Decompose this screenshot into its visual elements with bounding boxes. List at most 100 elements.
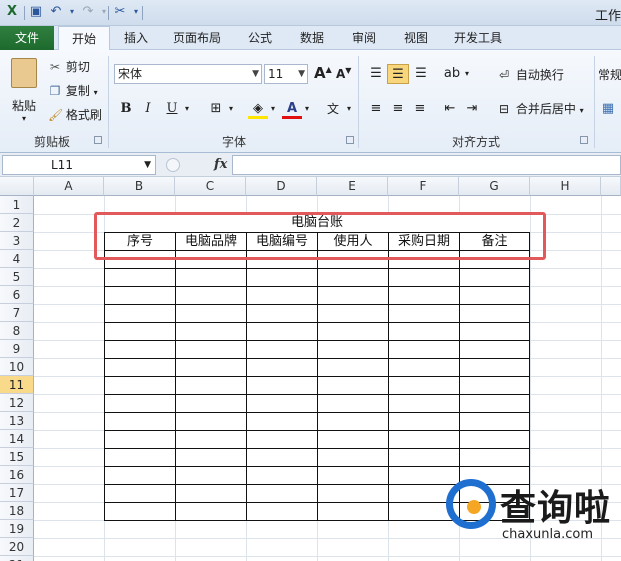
phonetic-dropdown-icon[interactable]: ▾ bbox=[344, 99, 354, 119]
row-header[interactable]: 8 bbox=[0, 322, 34, 340]
align-top-icon[interactable]: ☰ bbox=[366, 64, 386, 84]
column-header-g[interactable]: G bbox=[459, 177, 530, 196]
row-header[interactable]: 7 bbox=[0, 304, 34, 322]
column-header-next[interactable] bbox=[601, 177, 621, 196]
row-header[interactable]: 20 bbox=[0, 538, 34, 556]
insert-function-icon[interactable]: fx bbox=[214, 157, 227, 172]
fill-color-dropdown-icon[interactable]: ▾ bbox=[268, 99, 278, 119]
clipboard-group-label: 剪贴板 bbox=[33, 135, 70, 149]
save-icon[interactable]: ▣ bbox=[28, 4, 44, 20]
tools-icon[interactable]: ✂ bbox=[112, 4, 128, 20]
row-header[interactable]: 4 bbox=[0, 250, 34, 268]
font-size-select[interactable]: 11 ▼ bbox=[264, 64, 308, 84]
font-launcher-icon[interactable] bbox=[346, 136, 354, 144]
phonetic-icon[interactable]: 文 bbox=[322, 99, 344, 119]
align-right-icon[interactable]: ≡ bbox=[410, 99, 430, 119]
name-box[interactable]: L11 ▼ bbox=[2, 155, 156, 175]
chevron-down-icon: ▼ bbox=[252, 69, 259, 79]
ribbon-tab-bar: 文件 开始 插入 页面布局 公式 数据 审阅 视图 开发工具 bbox=[0, 26, 621, 51]
row-header[interactable]: 17 bbox=[0, 484, 34, 502]
tab-home[interactable]: 开始 bbox=[58, 26, 110, 51]
tab-data[interactable]: 数据 bbox=[290, 26, 334, 50]
chevron-down-icon: ▼ bbox=[144, 160, 151, 170]
copy-button[interactable]: ❐ 复制 ▾ bbox=[48, 82, 98, 99]
undo-dropdown-icon[interactable]: ▾ bbox=[64, 4, 80, 20]
row-header[interactable]: 19 bbox=[0, 520, 34, 538]
formula-input[interactable] bbox=[232, 155, 621, 175]
row-header-selected[interactable]: 11 bbox=[0, 376, 34, 394]
row-header[interactable]: 2 bbox=[0, 214, 34, 232]
column-header-a[interactable]: A bbox=[34, 177, 104, 196]
row-header[interactable]: 1 bbox=[0, 196, 34, 214]
align-bottom-icon[interactable]: ☰ bbox=[411, 64, 431, 84]
cut-button[interactable]: ✂ 剪切 bbox=[48, 58, 90, 75]
ribbon-home: 粘贴 ▾ ✂ 剪切 ❐ 复制 ▾ 🖌 格式刷 剪贴板 宋体 ▼ 11 ▼ A▲ … bbox=[0, 50, 621, 153]
column-header-h[interactable]: H bbox=[530, 177, 601, 196]
column-header-f[interactable]: F bbox=[388, 177, 459, 196]
tab-view[interactable]: 视图 bbox=[394, 26, 438, 50]
borders-dropdown-icon[interactable]: ▾ bbox=[226, 99, 236, 119]
align-middle-icon[interactable]: ☰ bbox=[387, 64, 409, 84]
column-header-b[interactable]: B bbox=[104, 177, 175, 196]
fill-color-icon[interactable]: ◈ bbox=[248, 99, 268, 119]
merge-center-button[interactable]: ⊟ 合并后居中 ▾ bbox=[496, 100, 584, 117]
clipboard-launcher-icon[interactable] bbox=[94, 136, 102, 144]
excel-logo-icon: X bbox=[6, 4, 18, 19]
column-header-c[interactable]: C bbox=[175, 177, 246, 196]
italic-button[interactable]: I bbox=[138, 99, 158, 119]
watermark-logo-icon bbox=[446, 479, 496, 529]
alignment-launcher-icon[interactable] bbox=[580, 136, 588, 144]
borders-icon[interactable]: ⊞ bbox=[206, 99, 226, 119]
orientation-dropdown-icon[interactable]: ▾ bbox=[462, 64, 472, 84]
shrink-font-button[interactable]: A▼ bbox=[336, 66, 351, 81]
row-header[interactable]: 21 bbox=[0, 556, 34, 561]
column-header-d[interactable]: D bbox=[246, 177, 317, 196]
underline-button[interactable]: U bbox=[162, 99, 182, 119]
paste-label: 粘贴 bbox=[11, 99, 36, 113]
divider bbox=[142, 6, 143, 20]
grow-font-button[interactable]: A▲ bbox=[314, 64, 332, 82]
row-header[interactable]: 18 bbox=[0, 502, 34, 520]
number-format-icon[interactable]: ▦ bbox=[598, 99, 618, 119]
font-color-icon[interactable]: A bbox=[282, 99, 302, 119]
paste-button[interactable]: 粘贴 ▾ bbox=[8, 56, 40, 128]
font-color-dropdown-icon[interactable]: ▾ bbox=[302, 99, 312, 119]
formula-bar-resize-handle[interactable] bbox=[166, 158, 180, 172]
redo-icon[interactable]: ↷ bbox=[80, 4, 96, 20]
row-header[interactable]: 15 bbox=[0, 448, 34, 466]
align-left-icon[interactable]: ≡ bbox=[366, 99, 386, 119]
number-format-select[interactable]: 常规 bbox=[598, 66, 621, 83]
row-header[interactable]: 9 bbox=[0, 340, 34, 358]
wrap-text-button[interactable]: ⏎ 自动换行 bbox=[496, 66, 564, 83]
row-header[interactable]: 16 bbox=[0, 466, 34, 484]
underline-dropdown-icon[interactable]: ▾ bbox=[182, 99, 192, 119]
divider bbox=[24, 6, 25, 20]
tab-page-layout[interactable]: 页面布局 bbox=[166, 26, 228, 50]
orientation-icon[interactable]: ab bbox=[442, 64, 462, 84]
decrease-indent-icon[interactable]: ⇤ bbox=[440, 99, 460, 119]
bold-button[interactable]: B bbox=[116, 99, 136, 119]
align-center-icon[interactable]: ≡ bbox=[388, 99, 408, 119]
tab-developer[interactable]: 开发工具 bbox=[446, 26, 510, 50]
divider bbox=[594, 56, 595, 148]
row-header[interactable]: 12 bbox=[0, 394, 34, 412]
column-header-e[interactable]: E bbox=[317, 177, 388, 196]
format-painter-button[interactable]: 🖌 格式刷 bbox=[48, 106, 102, 123]
tab-insert[interactable]: 插入 bbox=[116, 26, 156, 50]
row-header[interactable]: 14 bbox=[0, 430, 34, 448]
chevron-down-icon: ▼ bbox=[298, 69, 305, 79]
increase-indent-icon[interactable]: ⇥ bbox=[462, 99, 482, 119]
select-all-corner[interactable] bbox=[0, 177, 34, 196]
font-name-select[interactable]: 宋体 ▼ bbox=[114, 64, 262, 84]
row-header[interactable]: 6 bbox=[0, 286, 34, 304]
undo-icon[interactable]: ↶ bbox=[48, 4, 64, 20]
row-header[interactable]: 5 bbox=[0, 268, 34, 286]
paste-clipboard-icon bbox=[11, 58, 37, 88]
tab-review[interactable]: 审阅 bbox=[342, 26, 386, 50]
tab-file[interactable]: 文件 bbox=[0, 26, 54, 50]
tab-formulas[interactable]: 公式 bbox=[238, 26, 282, 50]
row-header[interactable]: 10 bbox=[0, 358, 34, 376]
row-header[interactable]: 3 bbox=[0, 232, 34, 250]
row-header[interactable]: 13 bbox=[0, 412, 34, 430]
redo-dropdown-icon[interactable]: ▾ bbox=[96, 4, 112, 20]
